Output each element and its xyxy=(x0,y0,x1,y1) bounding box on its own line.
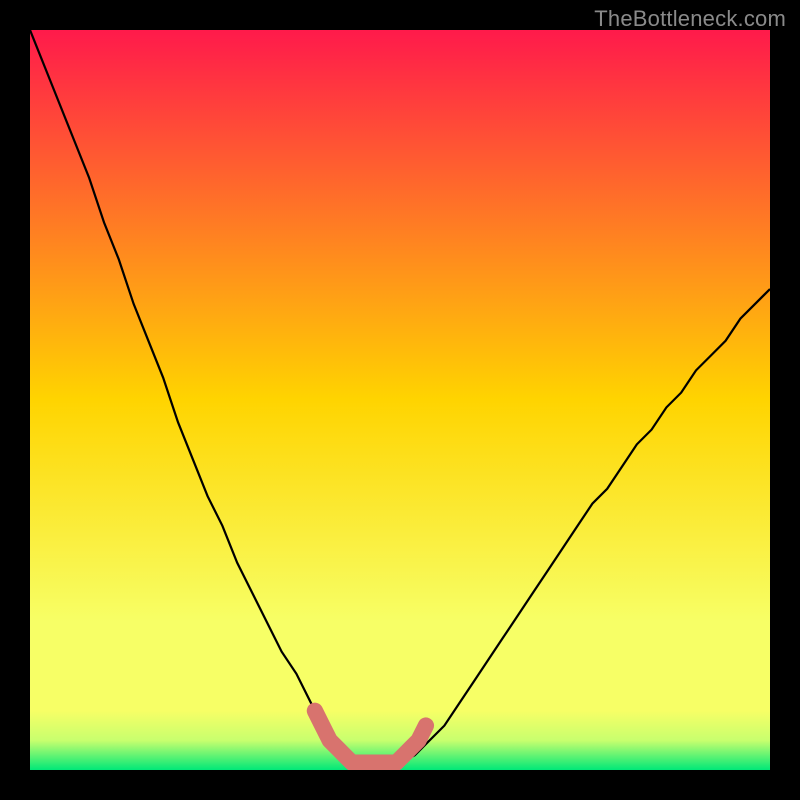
bottleneck-chart xyxy=(30,30,770,770)
gradient-background xyxy=(30,30,770,770)
watermark-text: TheBottleneck.com xyxy=(594,6,786,32)
chart-frame: TheBottleneck.com xyxy=(0,0,800,800)
